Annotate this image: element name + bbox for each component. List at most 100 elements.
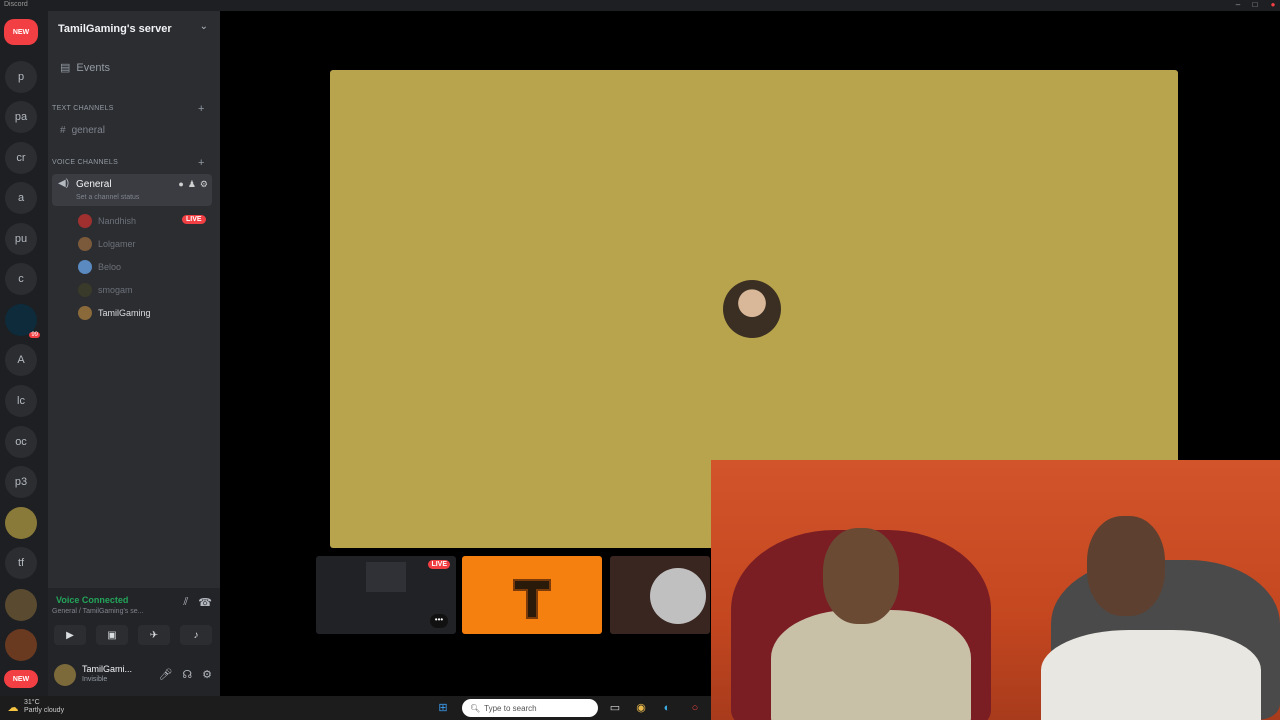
- person-right: [1041, 630, 1261, 720]
- gear-icon[interactable]: ⚙: [200, 179, 208, 190]
- server-avatar-notif[interactable]: 99: [5, 304, 40, 338]
- server-image[interactable]: [5, 507, 37, 539]
- avatar: [650, 568, 706, 624]
- new-badge[interactable]: NEW: [4, 19, 38, 45]
- server-lc[interactable]: lc: [5, 385, 37, 417]
- server-A[interactable]: A: [5, 344, 37, 376]
- member-item[interactable]: TamilGaming: [78, 306, 151, 320]
- server-rail: NEW p pa cr a pu c 99 A lc oc p3 tf NEW: [0, 11, 48, 696]
- camera-button[interactable]: ▶: [54, 625, 86, 645]
- events-label: Events: [76, 61, 111, 74]
- person-left: [771, 610, 971, 720]
- participant-thumbnail[interactable]: [610, 556, 710, 634]
- microphone-icon[interactable]: 🎤︎: [158, 668, 172, 681]
- member-item[interactable]: Beloo: [78, 260, 121, 274]
- minimize-icon[interactable]: –: [1233, 0, 1243, 10]
- app-title: Discord: [4, 1, 28, 8]
- soundboard-button[interactable]: ♪: [180, 625, 212, 645]
- search-placeholder: Type to search: [484, 703, 537, 713]
- server-pu[interactable]: pu: [5, 223, 37, 255]
- temperature: 31°C: [24, 699, 40, 706]
- voice-channel-status[interactable]: Set a channel status: [76, 194, 139, 201]
- channel-general[interactable]: # general: [60, 125, 105, 136]
- voice-channel-general[interactable]: ◀) General Set a channel status ● ♟ ⚙: [52, 174, 212, 206]
- events-link[interactable]: ▤ Events: [60, 61, 111, 75]
- user-panel: TamilGami... Invisible 🎤︎ ☊ ⚙: [48, 658, 220, 696]
- member-item[interactable]: smogam: [78, 283, 133, 297]
- voice-connected-panel: Voice Connected General / TamilGaming's …: [48, 588, 220, 658]
- server-a[interactable]: a: [5, 182, 37, 214]
- invite-icon[interactable]: ♟: [188, 179, 196, 190]
- server-pa[interactable]: pa: [5, 101, 37, 133]
- category-text-channels[interactable]: TEXT CHANNELS +: [52, 103, 204, 115]
- opera-icon[interactable]: ○: [688, 701, 702, 715]
- task-view-icon[interactable]: ▭: [608, 701, 622, 715]
- server-tf[interactable]: tf: [5, 547, 37, 579]
- member-name: smogam: [98, 285, 133, 295]
- calendar-icon: ▤: [60, 62, 71, 74]
- member-item[interactable]: Lolgamer: [78, 237, 136, 251]
- voice-connected-subtitle[interactable]: General / TamilGaming's se...: [52, 608, 143, 615]
- gear-icon[interactable]: ⚙: [202, 668, 212, 681]
- category-voice-channels[interactable]: VOICE CHANNELS +: [52, 157, 204, 169]
- search-icon: 🔍︎: [470, 703, 481, 713]
- add-channel-icon[interactable]: +: [198, 103, 205, 115]
- headphones-icon[interactable]: ☊: [182, 668, 192, 681]
- server-cr[interactable]: cr: [5, 142, 37, 174]
- webcam-overlay: [711, 460, 1280, 720]
- window-titlebar: Discord – □ ●: [0, 0, 1280, 11]
- weather-widget[interactable]: 31°C Partly cloudy: [24, 699, 64, 715]
- avatar: [78, 283, 92, 297]
- noise-suppression-icon[interactable]: ⫽: [183, 596, 188, 609]
- member-name: Lolgamer: [98, 239, 136, 249]
- add-channel-icon[interactable]: +: [198, 157, 205, 169]
- server-c[interactable]: c: [5, 263, 37, 295]
- chevron-down-icon: ⌄: [199, 21, 208, 32]
- weather-icon: ☁: [7, 702, 19, 714]
- channel-label: general: [71, 125, 105, 136]
- voice-connected-title[interactable]: Voice Connected: [56, 595, 128, 605]
- avatar: [78, 214, 92, 228]
- hash-icon: #: [60, 125, 66, 136]
- member-name: TamilGaming: [98, 308, 151, 318]
- server-image-2[interactable]: [5, 589, 37, 621]
- chat-icon[interactable]: ●: [178, 179, 183, 190]
- chrome-icon[interactable]: ◉: [634, 701, 648, 715]
- stream-thumbnail[interactable]: LIVE •••: [316, 556, 456, 634]
- new-badge-bottom[interactable]: NEW: [4, 670, 38, 688]
- person-left-head: [823, 528, 899, 624]
- windows-start-icon[interactable]: ⊞: [436, 701, 450, 715]
- user-name[interactable]: TamilGami...: [82, 664, 132, 674]
- server-p3[interactable]: p3: [5, 466, 37, 498]
- voice-channel-name: General: [76, 179, 112, 190]
- activity-button[interactable]: ✈: [138, 625, 170, 645]
- server-image-3[interactable]: [5, 629, 37, 661]
- participant-thumbnail[interactable]: [462, 556, 602, 634]
- close-icon[interactable]: ●: [1268, 0, 1278, 10]
- member-item[interactable]: Nandhish: [78, 214, 136, 228]
- live-badge: LIVE: [428, 560, 450, 569]
- category-label: TEXT CHANNELS: [52, 105, 114, 112]
- channel-sidebar: TamilGaming's server ⌄ ▤ Events TEXT CHA…: [48, 11, 220, 696]
- taskbar: ☁ 31°C Partly cloudy ⊞ 🔍︎ Type to search…: [0, 696, 711, 720]
- search-input[interactable]: 🔍︎ Type to search: [462, 699, 598, 717]
- avatar: [78, 237, 92, 251]
- server-header[interactable]: TamilGaming's server ⌄: [48, 11, 220, 47]
- disconnect-icon[interactable]: ☎: [198, 596, 212, 609]
- avatar: [78, 306, 92, 320]
- member-name: Beloo: [98, 262, 122, 272]
- notification-count: 99: [29, 332, 40, 338]
- live-badge: LIVE: [182, 215, 206, 224]
- server-p[interactable]: p: [5, 61, 37, 93]
- avatar: [78, 260, 92, 274]
- edge-icon[interactable]: ◐: [660, 701, 674, 715]
- avatar[interactable]: [54, 664, 76, 686]
- user-status: Invisible: [82, 676, 108, 683]
- server-name: TamilGaming's server: [58, 23, 172, 35]
- maximize-icon[interactable]: □: [1250, 0, 1260, 10]
- more-icon[interactable]: •••: [430, 614, 448, 628]
- category-label: VOICE CHANNELS: [52, 159, 119, 166]
- server-oc[interactable]: oc: [5, 426, 37, 458]
- weather-text: Partly cloudy: [24, 707, 65, 714]
- screen-share-button[interactable]: ▣: [96, 625, 128, 645]
